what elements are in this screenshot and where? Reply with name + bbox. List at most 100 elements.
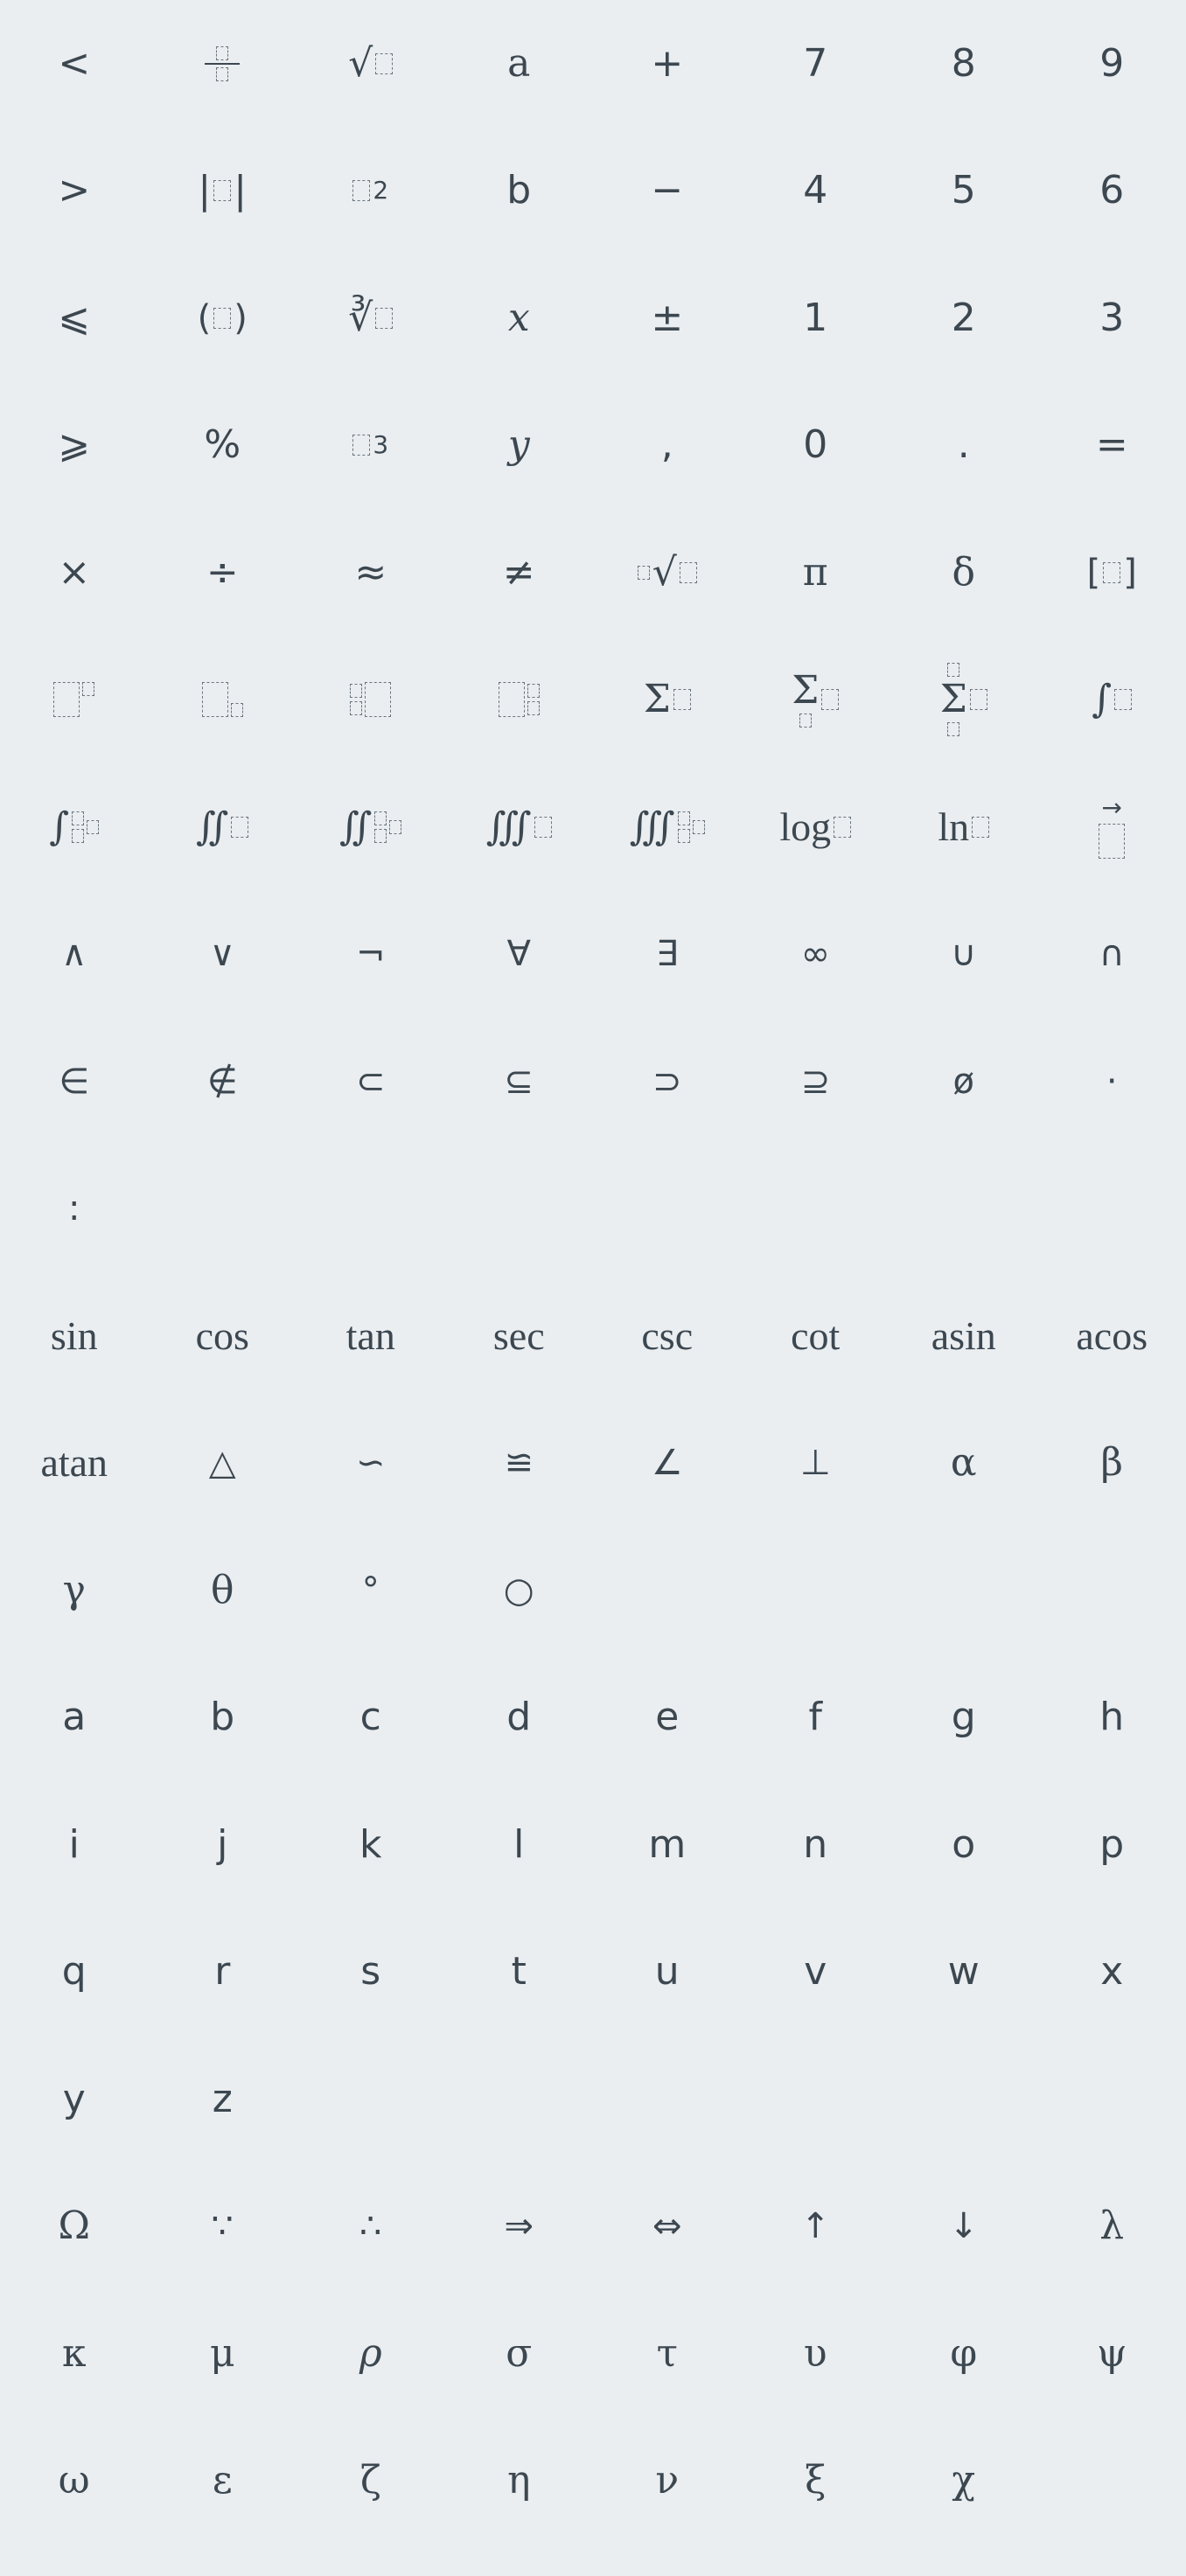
vector-key[interactable]: → (1038, 763, 1186, 891)
letter-q-key[interactable]: q (0, 1909, 149, 2036)
variable-x-key[interactable]: x (445, 254, 594, 382)
plus-minus-key[interactable]: ± (593, 254, 742, 382)
brackets-key[interactable]: [] (1038, 509, 1186, 637)
comma-key[interactable]: , (593, 382, 742, 510)
implies-key[interactable]: ⇒ (445, 2163, 594, 2291)
subset-equal-key[interactable]: ⊆ (445, 1018, 594, 1145)
digit-0-key[interactable]: 0 (742, 382, 890, 510)
sec-key[interactable]: sec (445, 1272, 594, 1400)
superset-key[interactable]: ⊃ (593, 1018, 742, 1145)
sum-lower-key[interactable]: Σ (742, 637, 890, 764)
nu-key[interactable]: ν (593, 2418, 742, 2545)
cube-root-key[interactable]: ∛ (296, 254, 445, 382)
triple-integral-key[interactable]: ∭ (445, 763, 594, 891)
sigma-key[interactable]: σ (445, 2290, 594, 2418)
empty-set-key[interactable]: ø (890, 1018, 1038, 1145)
cube-key[interactable]: 3 (296, 382, 445, 510)
omega-upper-key[interactable]: Ω (0, 2163, 149, 2291)
superscript-key[interactable] (0, 637, 149, 764)
letter-t-key[interactable]: t (445, 1909, 594, 2036)
divide-key[interactable]: ÷ (149, 509, 297, 637)
xi-key[interactable]: ξ (742, 2418, 890, 2545)
upsilon-key[interactable]: υ (742, 2290, 890, 2418)
parentheses-key[interactable]: () (149, 254, 297, 382)
beta-key[interactable]: β (1038, 1400, 1186, 1528)
definite-triple-integral-key[interactable]: ∭ (593, 763, 742, 891)
letter-r-key[interactable]: r (149, 1909, 297, 2036)
letter-u-key[interactable]: u (593, 1909, 742, 2036)
letter-s-key[interactable]: s (296, 1909, 445, 2036)
letter-k-key[interactable]: k (296, 1781, 445, 1909)
integral-key[interactable]: ∫ (1038, 637, 1186, 764)
absolute-value-key[interactable]: | | (149, 128, 297, 255)
letter-z-key[interactable]: z (149, 2036, 297, 2163)
colon-key[interactable]: : (0, 1145, 149, 1273)
minus-key[interactable]: − (593, 128, 742, 255)
letter-n-key[interactable]: n (742, 1781, 890, 1909)
square-key[interactable]: 2 (296, 128, 445, 255)
gamma-key[interactable]: γ (0, 1527, 149, 1654)
acos-key[interactable]: acos (1038, 1272, 1186, 1400)
zeta-key[interactable]: ζ (296, 2418, 445, 2545)
asin-key[interactable]: asin (890, 1272, 1038, 1400)
because-key[interactable]: ∵ (149, 2163, 297, 2291)
sum-limits-key[interactable]: Σ (890, 637, 1038, 764)
and-key[interactable]: ∧ (0, 891, 149, 1019)
definite-integral-key[interactable]: ∫ (0, 763, 149, 891)
element-of-key[interactable]: ∈ (0, 1018, 149, 1145)
letter-b-key[interactable]: b (149, 1654, 297, 1782)
letter-d-key[interactable]: d (445, 1654, 594, 1782)
triangle-key[interactable]: △ (149, 1400, 297, 1528)
letter-j-key[interactable]: j (149, 1781, 297, 1909)
multiply-key[interactable]: × (0, 509, 149, 637)
letter-x-key[interactable]: x (1038, 1909, 1186, 2036)
infinity-key[interactable]: ∞ (742, 891, 890, 1019)
angle-key[interactable]: ∠ (593, 1400, 742, 1528)
sqrt-key[interactable]: √ (296, 0, 445, 128)
letter-a-key[interactable]: a (445, 0, 594, 128)
sub-superscript-key[interactable] (445, 637, 594, 764)
alpha-key[interactable]: α (890, 1400, 1038, 1528)
digit-7-key[interactable]: 7 (742, 0, 890, 128)
therefore-key[interactable]: ∴ (296, 2163, 445, 2291)
delta-key[interactable]: δ (890, 509, 1038, 637)
circle-key[interactable]: ○ (445, 1527, 594, 1654)
letter-v-key[interactable]: v (742, 1909, 890, 2036)
ln-key[interactable]: ln (890, 763, 1038, 891)
letter-a-key[interactable]: a (0, 1654, 149, 1782)
union-key[interactable]: ∪ (890, 891, 1038, 1019)
equals-key[interactable]: = (1038, 382, 1186, 510)
rho-key[interactable]: ρ (296, 2290, 445, 2418)
sin-key[interactable]: sin (0, 1272, 149, 1400)
less-equal-key[interactable]: ⩽ (0, 254, 149, 382)
omega-key[interactable]: ω (0, 2418, 149, 2545)
tan-key[interactable]: tan (296, 1272, 445, 1400)
double-integral-key[interactable]: ∬ (149, 763, 297, 891)
letter-g-key[interactable]: g (890, 1654, 1038, 1782)
or-key[interactable]: ∨ (149, 891, 297, 1019)
letter-f-key[interactable]: f (742, 1654, 890, 1782)
intersection-key[interactable]: ∩ (1038, 891, 1186, 1019)
digit-2-key[interactable]: 2 (890, 254, 1038, 382)
letter-c-key[interactable]: c (296, 1654, 445, 1782)
letter-l-key[interactable]: l (445, 1781, 594, 1909)
up-arrow-key[interactable]: ↑ (742, 2163, 890, 2291)
atan-key[interactable]: atan (0, 1400, 149, 1528)
superset-equal-key[interactable]: ⊇ (742, 1018, 890, 1145)
digit-6-key[interactable]: 6 (1038, 128, 1186, 255)
congruent-key[interactable]: ≌ (445, 1400, 594, 1528)
letter-b-key[interactable]: b (445, 128, 594, 255)
not-key[interactable]: ¬ (296, 891, 445, 1019)
digit-9-key[interactable]: 9 (1038, 0, 1186, 128)
psi-key[interactable]: ψ (1038, 2290, 1186, 2418)
letter-o-key[interactable]: o (890, 1781, 1038, 1909)
pre-sub-superscript-key[interactable] (296, 637, 445, 764)
exists-key[interactable]: ∃ (593, 891, 742, 1019)
digit-3-key[interactable]: 3 (1038, 254, 1186, 382)
mu-key[interactable]: μ (149, 2290, 297, 2418)
definite-double-integral-key[interactable]: ∬ (296, 763, 445, 891)
subset-key[interactable]: ⊂ (296, 1018, 445, 1145)
kappa-key[interactable]: κ (0, 2290, 149, 2418)
letter-h-key[interactable]: h (1038, 1654, 1186, 1782)
approx-key[interactable]: ≈ (296, 509, 445, 637)
